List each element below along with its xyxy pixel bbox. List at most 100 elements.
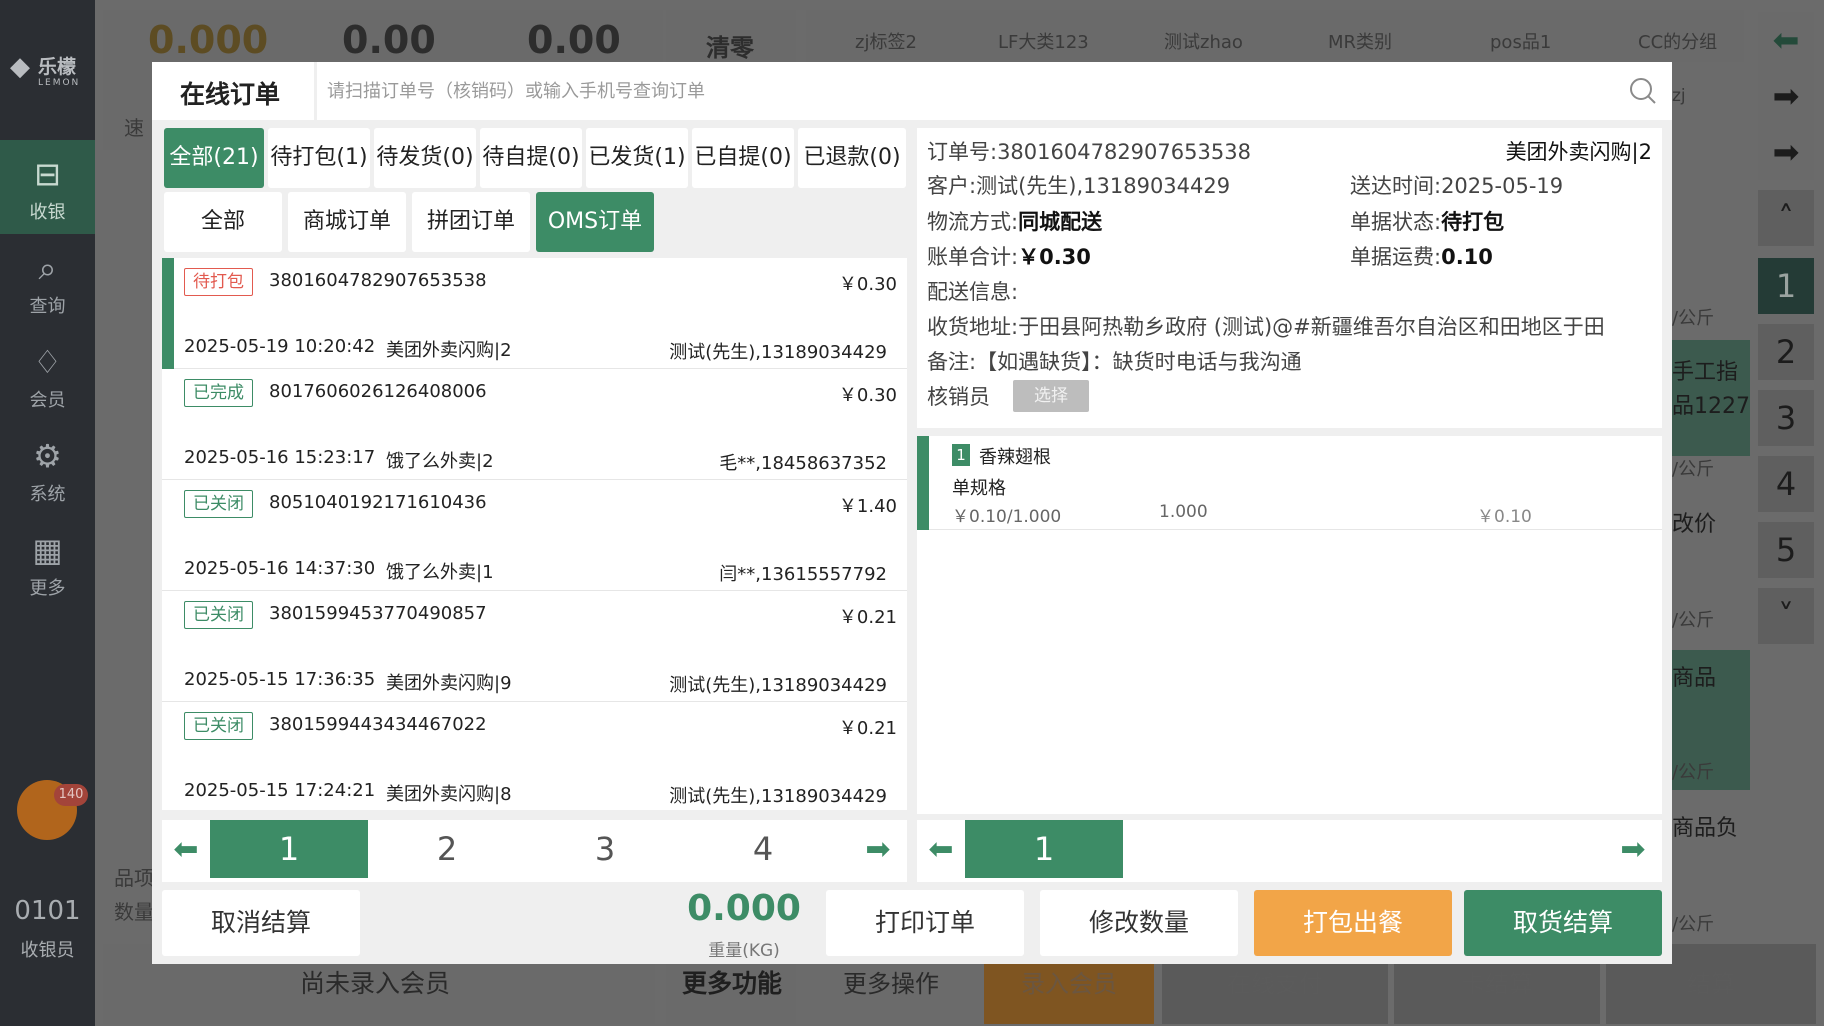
order-source: 美团外卖闪购|9 <box>386 673 512 694</box>
page-button[interactable]: 1 <box>965 820 1123 878</box>
bg-fragment: /公斤 <box>1672 308 1715 329</box>
tab-refunded[interactable]: 已退款(0) <box>798 128 906 188</box>
order-time: 2025-05-16 14:37:30 <box>184 558 376 579</box>
bg-chevron-down-icon[interactable]: ˅ <box>1758 588 1814 644</box>
order-time: 2025-05-19 10:20:42 <box>184 336 376 357</box>
nav-member[interactable]: ♢ 会员 <box>0 328 95 422</box>
bg-category-tag[interactable]: MR类别 <box>1328 28 1392 54</box>
logistics-label: 物流方式: <box>927 210 1019 234</box>
freight-label: 单据运费: <box>1350 245 1442 269</box>
type-tab-mall[interactable]: 商城订单 <box>288 192 406 252</box>
next-page-arrow-icon[interactable]: ➡ <box>1617 834 1649 866</box>
table-row[interactable]: 1 香辣翅根 单规格 ￥0.10/1.000 1.000 ￥0.10 <box>917 436 1662 530</box>
page-button[interactable]: 3 <box>526 820 684 878</box>
type-tab-all[interactable]: 全部 <box>164 192 282 252</box>
next-page-arrow-icon[interactable]: ➡ <box>862 834 894 866</box>
search-icon[interactable] <box>1628 76 1658 106</box>
doc-status-value: 待打包 <box>1441 210 1505 234</box>
order-time: 2025-05-15 17:36:35 <box>184 669 376 690</box>
page-button[interactable]: 2 <box>368 820 526 878</box>
tab-picked-up[interactable]: 已自提(0) <box>692 128 794 188</box>
status-badge: 已完成 <box>184 379 253 407</box>
search-doc-icon: ⌕ <box>38 249 57 287</box>
item-unit-price: ￥0.10/1.000 <box>952 507 1062 527</box>
bg-fragment: /公斤 <box>1672 459 1715 480</box>
item-spec: 单规格 <box>952 478 1006 499</box>
bg-left-arrow-icon[interactable]: ⬅ <box>1758 12 1814 68</box>
order-number: 8017606026126408006 <box>269 381 487 402</box>
bg-number-key[interactable]: 2 <box>1758 324 1814 380</box>
header-divider <box>314 62 317 120</box>
bg-category-tag[interactable]: pos品1 <box>1490 28 1551 54</box>
bg-right-arrow-icon[interactable]: ➡ <box>1758 68 1814 124</box>
prev-page-arrow-icon[interactable]: ⬅ <box>925 834 957 866</box>
cancel-settlement-button[interactable]: 取消结算 <box>162 890 360 956</box>
bg-item-count-label: 品项 <box>114 866 154 890</box>
tab-to-pack[interactable]: 待打包(1) <box>268 128 370 188</box>
bg-no-member: 尚未录入会员 <box>300 969 451 998</box>
bg-category-tag[interactable]: LF大类123 <box>998 28 1089 54</box>
bg-value-3: 0.00 <box>527 18 621 62</box>
detail-platform: 美团外卖闪购|2 <box>1505 140 1652 164</box>
bg-clear-button[interactable]: 清零 <box>706 28 754 63</box>
bg-category-tag[interactable]: CC的分组 <box>1638 28 1717 54</box>
bg-number-key[interactable]: 4 <box>1758 456 1814 512</box>
tab-to-ship[interactable]: 待发货(0) <box>374 128 476 188</box>
select-verifier-button[interactable]: 选择 <box>1013 380 1089 412</box>
bg-number-key[interactable]: 1 <box>1758 258 1814 314</box>
nav-cashier[interactable]: ⊟ 收银 <box>0 140 95 234</box>
nav-system[interactable]: ⚙ 系统 <box>0 422 95 516</box>
bg-fragment: /公斤 <box>1672 762 1715 783</box>
list-item[interactable]: 待打包 3801604782907653538 ￥0.30 2025-05-19… <box>162 258 907 369</box>
weight-label: 重量(KG) <box>708 941 780 961</box>
grid-icon: ▦ <box>32 531 63 569</box>
bg-more-functions[interactable]: 更多功能 <box>682 964 782 1000</box>
cashier-label: 收银员 <box>20 940 75 961</box>
bg-category-bar <box>806 10 1744 62</box>
detail-customer: 客户:测试(先生),13189034429 <box>927 174 1231 198</box>
list-item[interactable]: 已关闭 3801599443434467022 ￥0.21 2025-05-15… <box>162 702 907 810</box>
tab-all[interactable]: 全部(21) <box>164 128 264 188</box>
weight-value: 0.000 <box>687 888 801 929</box>
bg-category-tag[interactable]: zj标签2 <box>855 28 917 54</box>
bg-quantity-label: 数量 <box>114 900 154 924</box>
prev-page-arrow-icon[interactable]: ⬅ <box>170 834 202 866</box>
list-item[interactable]: 已关闭 8051040192171610436 ￥1.40 2025-05-16… <box>162 480 907 591</box>
type-tab-group[interactable]: 拼团订单 <box>412 192 530 252</box>
nav-more[interactable]: ▦ 更多 <box>0 516 95 610</box>
page-button[interactable]: 1 <box>210 820 368 878</box>
freight-value: 0.10 <box>1441 245 1493 269</box>
page-button[interactable]: 4 <box>684 820 842 878</box>
nav-query[interactable]: ⌕ 查询 <box>0 234 95 328</box>
bg-number-key[interactable]: 5 <box>1758 522 1814 578</box>
tab-to-pickup[interactable]: 待自提(0) <box>480 128 582 188</box>
order-customer: 测试(先生),13189034429 <box>669 342 887 363</box>
bg-number-key[interactable]: 3 <box>1758 390 1814 446</box>
bg-search-fragment: 速 <box>124 116 144 140</box>
bill-total-label: 账单合计: <box>927 245 1019 269</box>
bg-right-arrow-icon[interactable]: ➡ <box>1758 124 1814 180</box>
sidebar: ◆ 乐檬 LEMON ⊟ 收银 ⌕ 查询 ♢ 会员 ⚙ 系统 ▦ 更多 <box>0 0 95 1026</box>
cashier-id: 0101 <box>14 896 81 926</box>
tab-shipped[interactable]: 已发货(1) <box>586 128 688 188</box>
pickup-settle-button[interactable]: 取货结算 <box>1464 890 1662 956</box>
list-item[interactable]: 已关闭 3801599453770490857 ￥0.21 2025-05-15… <box>162 591 907 702</box>
print-order-button[interactable]: 打印订单 <box>826 890 1024 956</box>
modify-quantity-button[interactable]: 修改数量 <box>1040 890 1238 956</box>
bg-category-tag[interactable]: 测试zhao <box>1164 28 1243 54</box>
doc-status-label: 单据状态: <box>1350 210 1442 234</box>
detail-delivery-time: 送达时间:2025-05-19 <box>1350 174 1564 198</box>
bg-chevron-up-icon[interactable]: ˄ <box>1758 190 1814 246</box>
order-source: 美团外卖闪购|8 <box>386 784 512 805</box>
order-source: 美团外卖闪购|2 <box>386 340 512 361</box>
order-amount: ￥1.40 <box>838 496 897 517</box>
order-source: 饿了么外卖|2 <box>386 451 494 472</box>
type-tab-oms[interactable]: OMS订单 <box>536 192 654 252</box>
detail-verifier-label: 核销员 <box>927 385 990 409</box>
pack-out-button[interactable]: 打包出餐 <box>1254 890 1452 956</box>
order-customer: 测试(先生),13189034429 <box>669 675 887 696</box>
order-search-input[interactable] <box>327 70 1547 112</box>
list-item[interactable]: 已完成 8017606026126408006 ￥0.30 2025-05-16… <box>162 369 907 480</box>
bg-fragment: /公斤 <box>1672 610 1715 631</box>
status-badge: 待打包 <box>184 268 253 296</box>
